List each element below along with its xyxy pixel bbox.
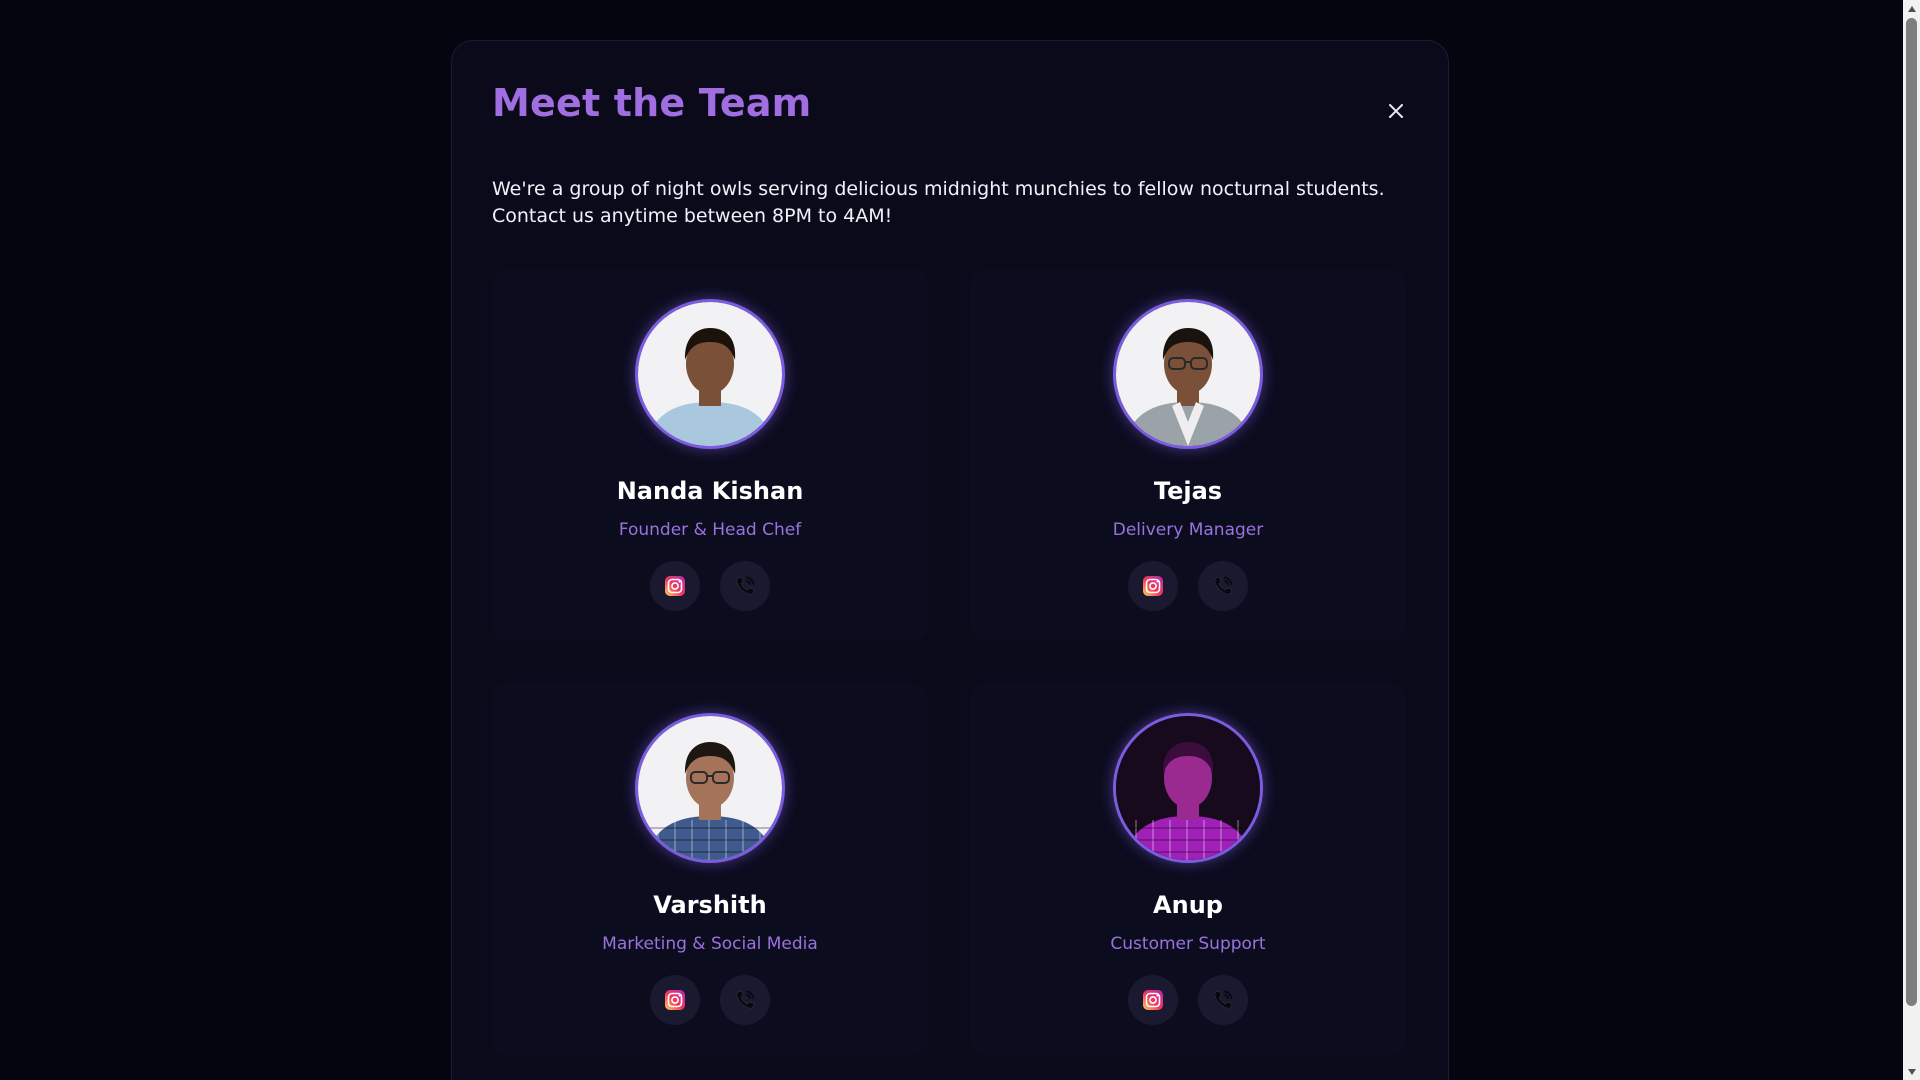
instagram-button[interactable]	[1128, 561, 1178, 611]
intro-text: We're a group of night owls serving deli…	[492, 178, 1385, 227]
instagram-button[interactable]	[650, 561, 700, 611]
phone-icon	[1214, 576, 1233, 595]
modal-title: Meet the Team	[492, 81, 812, 125]
person-photo-icon	[638, 716, 782, 860]
phone-button[interactable]	[1198, 975, 1248, 1025]
chevron-up-icon	[1907, 5, 1916, 12]
member-role: Customer Support	[1110, 934, 1266, 954]
phone-icon	[1214, 990, 1233, 1009]
person-photo-icon	[638, 302, 782, 446]
instagram-icon	[665, 990, 685, 1010]
scrollbar[interactable]	[1903, 0, 1920, 1080]
team-card: Tejas Delivery Manager	[970, 269, 1406, 641]
instagram-button[interactable]	[1128, 975, 1178, 1025]
close-icon	[1389, 104, 1403, 118]
phone-icon	[736, 576, 755, 595]
phone-button[interactable]	[720, 561, 770, 611]
member-role: Founder & Head Chef	[618, 520, 802, 540]
team-card: Nanda Kishan Founder & Head Chef	[492, 269, 928, 641]
avatar	[1113, 299, 1263, 449]
member-name: Varshith	[653, 891, 767, 919]
team-card: Varshith Marketing & Social Media	[492, 683, 928, 1055]
member-name: Tejas	[1153, 477, 1223, 505]
avatar	[635, 299, 785, 449]
team-modal: Meet the Team We're a group of night owl…	[451, 40, 1449, 1080]
member-name: Anup	[1153, 891, 1223, 919]
instagram-icon	[1143, 990, 1163, 1010]
scroll-down-arrow[interactable]	[1903, 1063, 1920, 1080]
person-photo-icon	[1116, 302, 1260, 446]
member-name: Nanda Kishan	[616, 477, 804, 505]
scroll-up-arrow[interactable]	[1903, 0, 1920, 17]
close-button[interactable]	[1382, 97, 1410, 125]
instagram-icon	[665, 576, 685, 596]
chevron-down-icon	[1907, 1068, 1916, 1075]
team-card: Anup Customer Support	[970, 683, 1406, 1055]
phone-button[interactable]	[720, 975, 770, 1025]
phone-button[interactable]	[1198, 561, 1248, 611]
member-role: Delivery Manager	[1112, 520, 1264, 540]
page: Meet the Team We're a group of night owl…	[0, 0, 1920, 1080]
member-role: Marketing & Social Media	[602, 934, 818, 954]
scrollbar-thumb[interactable]	[1906, 18, 1917, 1006]
avatar	[1113, 713, 1263, 863]
avatar	[635, 713, 785, 863]
instagram-icon	[1143, 576, 1163, 596]
phone-icon	[736, 990, 755, 1009]
person-photo-icon	[1116, 716, 1260, 860]
instagram-button[interactable]	[650, 975, 700, 1025]
